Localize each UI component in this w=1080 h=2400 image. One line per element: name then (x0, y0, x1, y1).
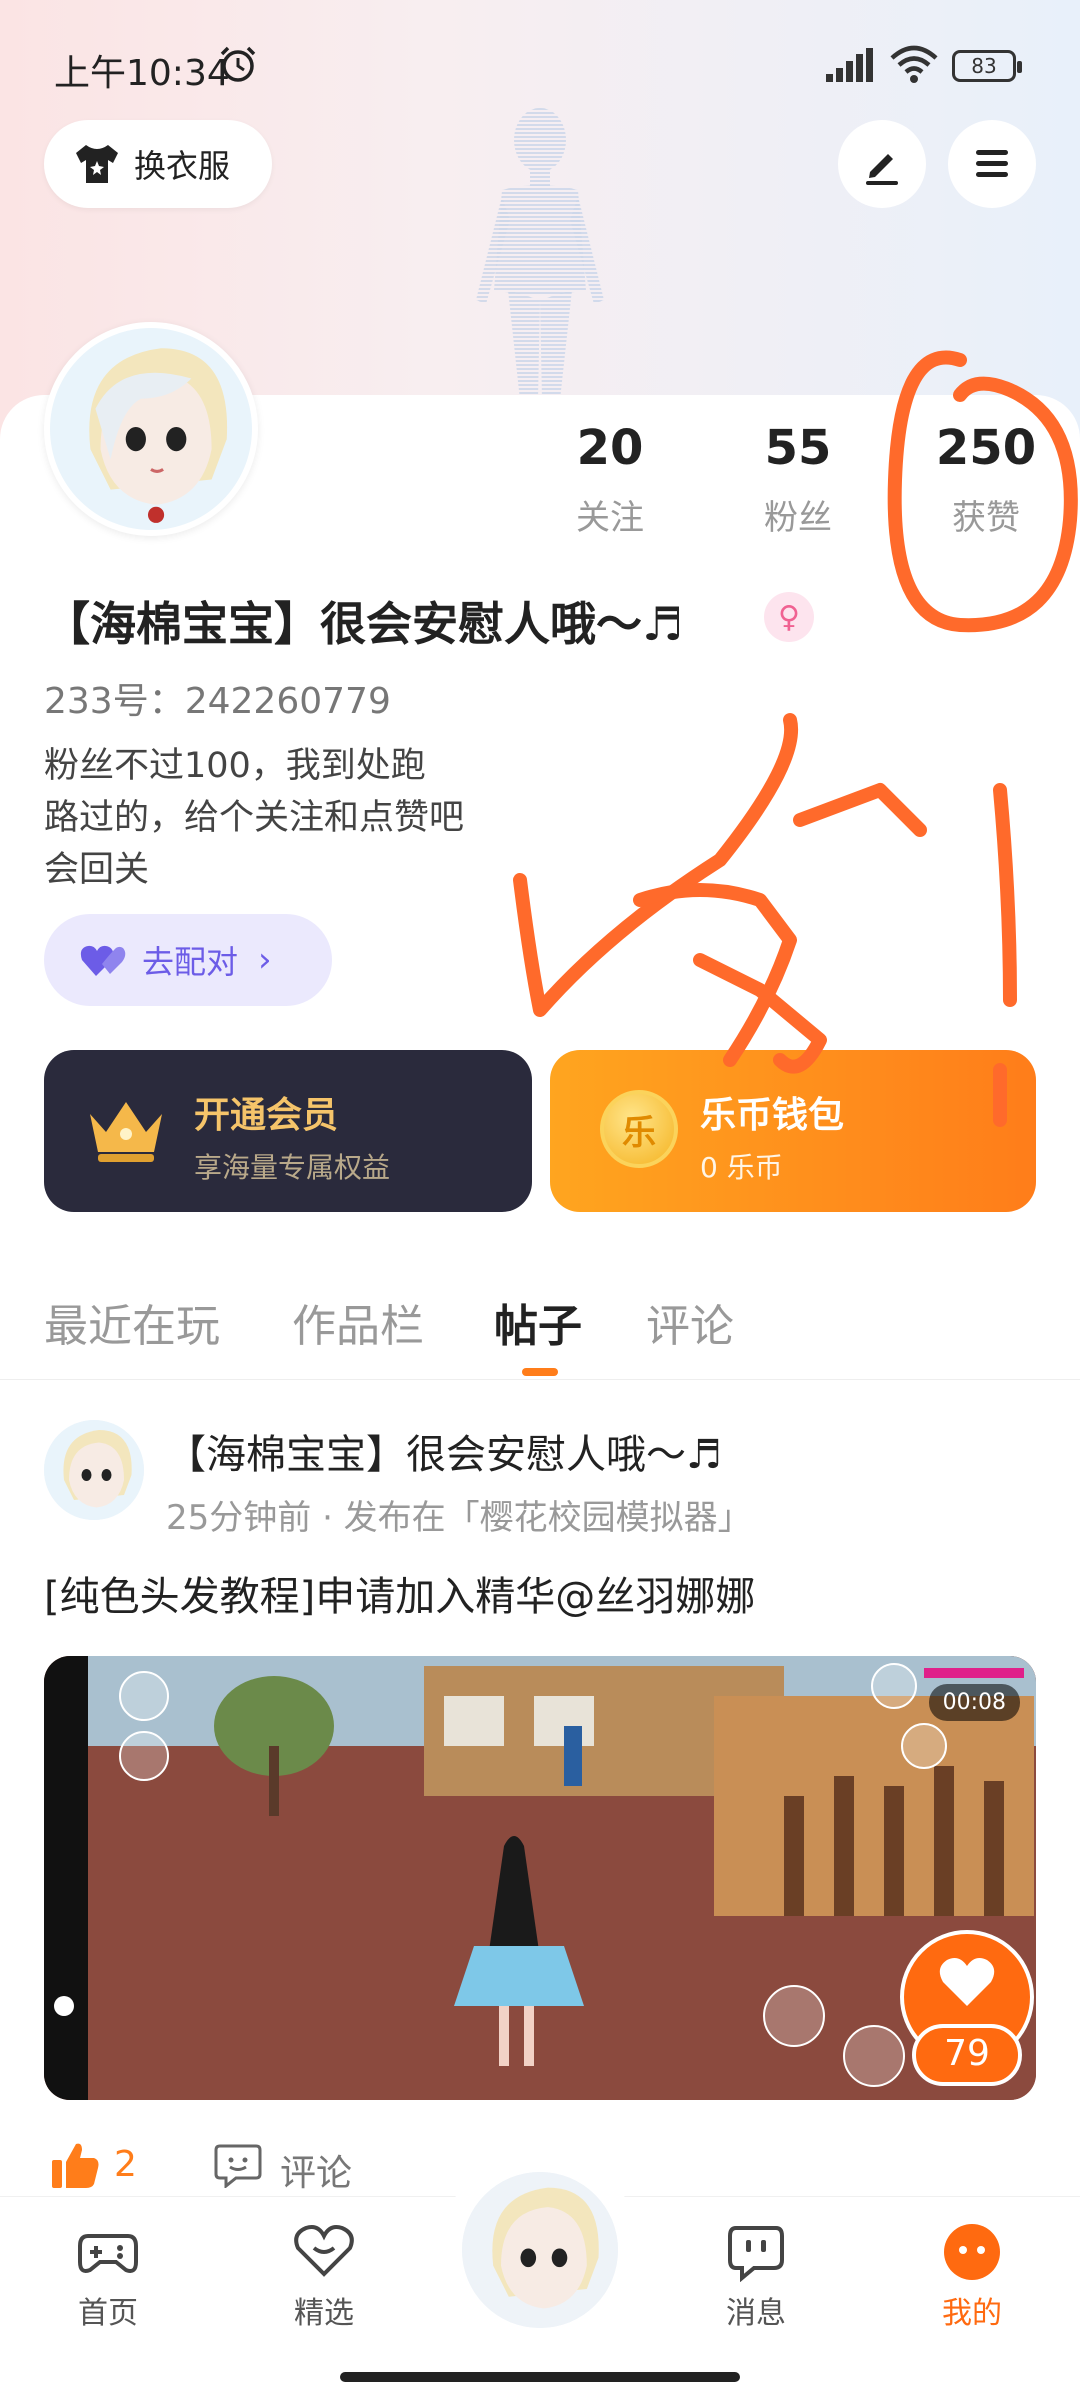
vip-membership-card[interactable]: 开通会员 享海量专属权益 (44, 1050, 532, 1212)
status-time: 上午10:34 (54, 53, 230, 94)
profile-uid: 233号：242260779 (44, 681, 391, 722)
post-author-avatar[interactable] (44, 1420, 144, 1520)
nav-home[interactable]: 首页 (48, 2222, 168, 2332)
stat-likes-label: 获赞 (952, 498, 1020, 538)
vip-subtitle: 享海量专属权益 (194, 1151, 391, 1184)
heart-icon (939, 1958, 995, 2006)
profile-tabs: 最近在玩 作品栏 帖子 评论 (0, 1280, 1080, 1380)
stat-fans-value: 55 (764, 420, 832, 476)
message-icon (728, 2226, 784, 2282)
nav-me[interactable]: 我的 (912, 2222, 1032, 2332)
post-video[interactable]: 00:08 (44, 1656, 1036, 2100)
nav-home-label: 首页 (78, 2296, 138, 2331)
wifi-icon (890, 45, 938, 83)
nav-featured[interactable]: 精选 (264, 2222, 384, 2332)
nav-messages[interactable]: 消息 (696, 2222, 816, 2332)
nav-featured-label: 精选 (294, 2296, 354, 2331)
change-outfit-button[interactable]: 换衣服 (44, 120, 272, 208)
bio-line: 路过的，给个关注和点赞吧 (44, 798, 465, 838)
nav-me-label: 我的 (942, 2296, 1002, 2331)
shirt-icon (76, 145, 118, 183)
female-gender-icon: ♀ (764, 592, 814, 642)
stat-fans[interactable]: 55 粉丝 (728, 420, 868, 539)
profile-bio: 粉丝不过100，我到处跑 路过的，给个关注和点赞吧 会回关 (44, 740, 464, 896)
wallet-title: 乐币钱包 (700, 1095, 845, 1136)
stat-following[interactable]: 20 关注 (540, 420, 680, 539)
chevron-right-icon: › (258, 940, 272, 980)
profile-avatar[interactable] (44, 322, 258, 536)
stat-likes[interactable]: 250 获赞 (916, 420, 1056, 539)
likes-count: 2 (114, 2144, 137, 2185)
wallet-card[interactable]: 乐 乐币钱包 0 乐币 (550, 1050, 1036, 1212)
anime-avatar-image (50, 328, 252, 530)
comment-icon[interactable] (214, 2142, 262, 2188)
profile-nickname: 【海棉宝宝】很会安慰人哦～♬ (44, 597, 684, 651)
stat-following-label: 关注 (576, 498, 644, 538)
stat-fans-label: 粉丝 (764, 498, 832, 538)
signal-icon (826, 48, 873, 82)
crown-icon (90, 1102, 162, 1162)
heart-chat-icon (294, 2225, 354, 2277)
change-outfit-label: 换衣服 (134, 147, 231, 185)
face-icon (944, 2224, 1000, 2280)
nav-center-avatar-button[interactable] (462, 2172, 618, 2328)
tab-comments[interactable]: 评论 (646, 1290, 734, 1354)
profile-stats: 20 关注 55 粉丝 250 获赞 (540, 420, 1040, 550)
bio-line: 粉丝不过100，我到处跑 (44, 746, 426, 786)
post-author-name[interactable]: 【海棉宝宝】很会安慰人哦～♬ (166, 1422, 722, 1480)
like-count-badge: 79 (912, 2024, 1022, 2086)
anime-avatar-image (44, 1420, 144, 1520)
comment-label[interactable]: 评论 (280, 2144, 352, 2196)
post-meta: 25分钟前 · 发布在「樱花校园模拟器」 (166, 1498, 752, 1538)
vip-title: 开通会员 (194, 1095, 339, 1136)
gamepad-icon (78, 2234, 138, 2273)
pair-button[interactable]: 去配对 › (44, 914, 332, 1006)
bio-line: 会回关 (44, 850, 150, 890)
edit-icon (866, 154, 898, 185)
tab-recent-played[interactable]: 最近在玩 (44, 1290, 220, 1354)
stat-following-value: 20 (576, 420, 644, 476)
wallet-balance: 0 乐币 (700, 1151, 783, 1184)
thumbs-up-icon[interactable] (50, 2140, 100, 2190)
post-title[interactable]: [纯色头发教程]申请加入精华@丝羽娜娜 (44, 1564, 755, 1622)
menu-button[interactable] (948, 120, 1036, 208)
tab-works[interactable]: 作品栏 (292, 1290, 424, 1354)
status-bar: 上午10:34 83 (0, 0, 1080, 130)
video-duration: 00:08 (928, 1684, 1020, 1721)
pair-button-label: 去配对 (142, 943, 239, 981)
menu-icon (976, 150, 1008, 177)
nav-messages-label: 消息 (726, 2296, 786, 2331)
game-screenshot (44, 1656, 1036, 2100)
alarm-icon (220, 46, 256, 82)
stat-likes-value: 250 (935, 420, 1037, 476)
tab-posts[interactable]: 帖子 (494, 1290, 582, 1354)
edit-profile-button[interactable] (838, 120, 926, 208)
avatar-3d-figure (476, 108, 604, 400)
double-heart-icon (80, 945, 126, 976)
battery-icon: 83 (952, 50, 1022, 82)
coin-icon: 乐 (600, 1090, 678, 1168)
active-tab-indicator (522, 1368, 558, 1376)
home-indicator (340, 2372, 740, 2382)
anime-avatar-image (462, 2172, 618, 2328)
